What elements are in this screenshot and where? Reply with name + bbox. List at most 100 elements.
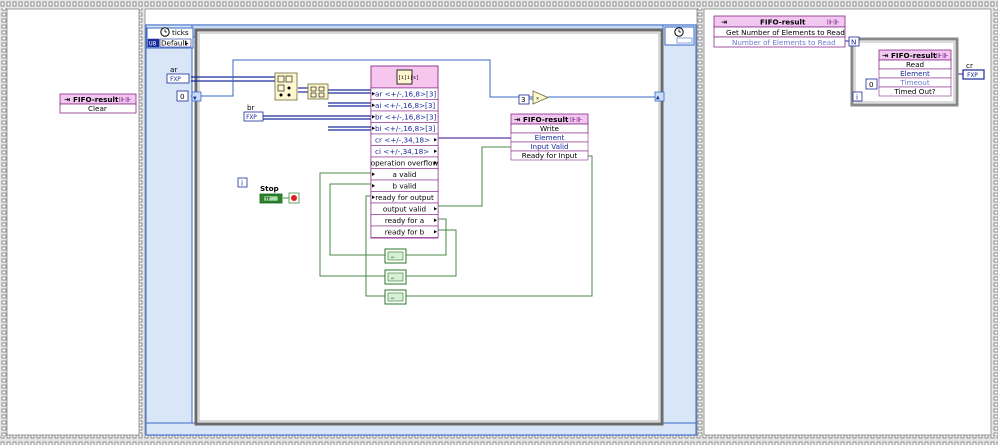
frame3-zero-constant[interactable]: 0 xyxy=(865,78,878,90)
ip-node-row-label: ready for a xyxy=(385,216,424,225)
feedback-node-2[interactable]: ⇐ xyxy=(384,269,407,285)
ip-node-row-label: output valid xyxy=(383,204,426,213)
fifo-read-arrow-icon: ⇥ xyxy=(882,51,888,60)
fifo-get-fifo-icon: ⊪⊪ xyxy=(827,18,840,27)
fifo-get-elements-node[interactable]: ⇥ FIFO-result ⊪⊪ Get Number of Elements … xyxy=(713,15,846,48)
n-label: N xyxy=(851,38,856,47)
fifo-clear-arrow-icon: ⇥ xyxy=(64,95,70,104)
fifo-write-row-label: Element xyxy=(535,133,565,142)
feedback-node-1[interactable]: ⇐ xyxy=(384,248,407,264)
ip-node-row-label: cr <+/-,34,18> xyxy=(375,135,430,144)
ip-node-row[interactable]: ready for a xyxy=(370,214,439,227)
frame3-iteration-label: i xyxy=(856,93,858,102)
fifo-read-row-label: Timeout xyxy=(899,78,930,87)
ip-node-row[interactable]: bi <+/-,16,8>[3] xyxy=(370,122,439,135)
loop-count-terminal: N xyxy=(848,36,860,47)
fifo-read-row-label: Timed Out? xyxy=(893,87,935,96)
ip-node-row-label: ar <+/-,16,8>[3] xyxy=(375,89,436,98)
multiply-icon: × xyxy=(536,96,539,102)
loop-output-node[interactable] xyxy=(664,26,695,46)
fifo-write-method-node[interactable]: ⇥ FIFO-result ⊪⊪ Write ElementInput Vali… xyxy=(510,113,589,161)
ip-node-title: [i]i[s] xyxy=(398,75,419,81)
loop-input-node[interactable]: ticks U8 Default ▸ xyxy=(146,27,194,49)
stop-tf-type: TF xyxy=(265,197,271,203)
ip-node-row[interactable]: br <+/-,16,8>[3] xyxy=(370,110,439,123)
ar-fxp-type: FXP xyxy=(170,76,181,83)
fifo-get-method: Get Number of Elements to Read xyxy=(726,28,845,37)
fifo-write-label: FIFO-result xyxy=(523,115,569,124)
ip-node-row-label: br <+/-,16,8>[3] xyxy=(375,112,437,121)
ip-node-row[interactable]: ci <+/-,34,18> xyxy=(370,145,439,158)
ticks-type: U8 xyxy=(149,41,157,48)
br-fxp-type: FXP xyxy=(246,114,257,121)
fifo-get-label: FIFO-result xyxy=(760,18,806,27)
fifo-read-row[interactable]: Element xyxy=(878,68,952,79)
build-array-node[interactable] xyxy=(274,72,298,101)
ip-node-row-label: b valid xyxy=(392,181,416,190)
stop-condition-terminal[interactable] xyxy=(288,192,300,204)
array-node[interactable] xyxy=(307,83,329,100)
fifo-read-row[interactable]: Timeout xyxy=(878,77,952,88)
fifo-read-method: Read xyxy=(906,60,924,69)
zero-constant-value: 0 xyxy=(180,92,185,101)
fifo-read-label: FIFO-result xyxy=(891,51,937,60)
three-constant-value: 3 xyxy=(521,95,526,104)
fifo-read-method-node[interactable]: ⇥ FIFO-result ⊪⊪ Read ElementTimeoutTime… xyxy=(878,49,952,97)
fifo-get-row: Number of Elements to Read xyxy=(732,38,836,47)
fifo-write-fifo-icon: ⊪⊪ xyxy=(570,115,583,124)
fifo-write-method: Write xyxy=(540,124,560,133)
iteration-label: i xyxy=(241,179,243,188)
shift-register-arrow-icon: ▼ xyxy=(193,95,197,102)
fifo-read-row[interactable]: Timed Out? xyxy=(878,86,952,97)
fifo-read-fifo-icon: ⊪⊪ xyxy=(936,51,949,60)
iteration-terminal: i xyxy=(237,177,248,188)
fifo-clear-method-node[interactable]: ⇥ FIFO-result ⊪⊪ Clear xyxy=(59,93,137,114)
fifo-write-row-label: Input Valid xyxy=(530,142,568,151)
fifo-write-row-label: Ready for Input xyxy=(522,151,578,160)
feedback-node-3[interactable]: ⇐ xyxy=(384,289,407,305)
three-constant[interactable]: 3 xyxy=(518,94,530,105)
fifo-get-arrow-icon: ⇥ xyxy=(721,18,727,27)
fifo-write-row[interactable]: Input Valid xyxy=(510,141,589,152)
feedback-arrow-icon-1: ⇐ xyxy=(391,254,395,261)
ip-node-row-label: a valid xyxy=(393,170,417,179)
stop-label: Stop xyxy=(260,184,279,193)
br-label: br xyxy=(247,103,255,112)
feedback-arrow-icon-3: ⇐ xyxy=(391,295,395,302)
feedback-arrow-icon-2: ⇐ xyxy=(391,275,395,282)
fifo-clear-fifo-icon: ⊪⊪ xyxy=(119,95,132,104)
stop-icon xyxy=(291,195,297,201)
ip-node-row[interactable]: ar <+/-,16,8>[3] xyxy=(370,87,439,100)
ticks-dropdown-icon: ▸ xyxy=(185,39,189,48)
ip-node-row-label: ready for output xyxy=(375,193,434,202)
ip-node-row[interactable]: ai <+/-,16,8>[3] xyxy=(370,99,439,112)
ip-node-row[interactable]: a valid xyxy=(370,168,439,181)
ip-node-row-label: ci <+/-,34,18> xyxy=(375,147,429,156)
fifo-write-arrow-icon: ⇥ xyxy=(514,115,520,124)
ip-node-row[interactable]: cr <+/-,34,18> xyxy=(370,133,439,146)
ip-node-row[interactable]: ready for output xyxy=(370,191,439,204)
ip-node-row[interactable]: output valid xyxy=(370,202,439,215)
frame3-zero-value: 0 xyxy=(869,80,874,89)
ip-node-row-label: operation overflow xyxy=(371,158,439,167)
ar-label: ar xyxy=(170,65,177,74)
fifo-clear-method: Clear xyxy=(88,104,107,113)
ip-node-row-label: bi <+/-,16,8>[3] xyxy=(375,124,436,133)
fifo-write-row[interactable]: Ready for Input xyxy=(510,150,589,161)
ip-node-row[interactable]: b valid xyxy=(370,179,439,192)
ticks-default: Default xyxy=(161,39,187,48)
ip-node-row-label: ai <+/-,16,8>[3] xyxy=(375,101,435,110)
complex-multiply-ip-node[interactable]: [i]i[s] ar <+/-,16,8>[3] ai <+/-,16,8>[3]… xyxy=(370,65,439,239)
ip-node-row[interactable]: ready for b xyxy=(370,225,439,238)
fifo-write-row[interactable]: Element xyxy=(510,132,589,143)
shift-register-up-icon: ▲ xyxy=(656,94,660,101)
ip-node-row-label: ready for b xyxy=(385,227,425,236)
ticks-label: ticks xyxy=(172,28,189,37)
ip-node-row[interactable]: operation overflow xyxy=(371,156,439,169)
block-diagram: { "frame1": { "fifo_label": "FIFO-result… xyxy=(0,0,998,445)
frame3-iteration-terminal: i xyxy=(852,91,863,102)
cr-label: cr xyxy=(966,61,973,70)
fifo-clear-label: FIFO-result xyxy=(73,95,119,104)
fifo-read-row-label: Element xyxy=(900,69,930,78)
cr-fxp-type: FXP xyxy=(967,72,978,79)
